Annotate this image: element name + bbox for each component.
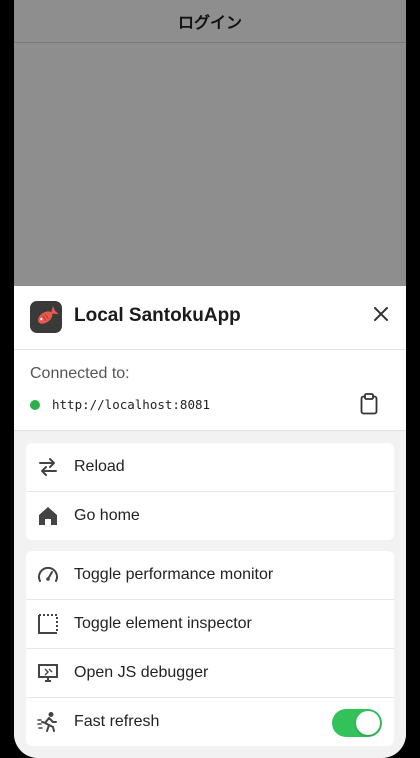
inspector-icon [36, 612, 60, 636]
connection-status-dot [30, 400, 40, 410]
navigation-group: Reload Go home [26, 443, 394, 540]
tools-group: Toggle performance monitor Toggle elemen… [26, 551, 394, 746]
go-home-label: Go home [74, 507, 140, 524]
element-inspector-item[interactable]: Toggle element inspector [26, 600, 394, 649]
app-name: Local SantokuApp [74, 305, 241, 326]
dev-menu-header: Local SantokuApp [14, 286, 406, 350]
js-debugger-label: Open JS debugger [74, 664, 209, 681]
reload-label: Reload [74, 458, 125, 475]
js-debugger-item[interactable]: Open JS debugger [26, 649, 394, 698]
home-icon [36, 504, 60, 528]
connection-info: Connected to: http://localhost:8081 [14, 350, 406, 431]
dev-menu-sheet: Local SantokuApp Connected to: http://lo… [14, 286, 406, 758]
reload-icon [36, 455, 60, 479]
close-button[interactable] [370, 303, 392, 325]
gauge-icon [36, 563, 60, 587]
close-icon [374, 307, 388, 321]
reload-item[interactable]: Reload [26, 443, 394, 492]
copy-url-button[interactable] [360, 393, 378, 415]
clipboard-icon [360, 393, 378, 415]
go-home-item[interactable]: Go home [26, 492, 394, 540]
toggle-knob [356, 711, 380, 735]
app-screen: ログイン Local SantokuApp Connected to: http… [14, 0, 406, 758]
performance-monitor-label: Toggle performance monitor [74, 566, 274, 583]
screen-title: ログイン [14, 0, 406, 43]
fast-refresh-toggle[interactable] [332, 709, 382, 737]
running-icon [36, 710, 60, 734]
performance-monitor-item[interactable]: Toggle performance monitor [26, 551, 394, 600]
connection-url: http://localhost:8081 [52, 397, 211, 412]
fish-icon [30, 301, 62, 333]
element-inspector-label: Toggle element inspector [74, 615, 252, 632]
fast-refresh-label: Fast refresh [74, 713, 160, 730]
fast-refresh-item[interactable]: Fast refresh [26, 698, 394, 746]
connection-label: Connected to: [30, 365, 130, 382]
debugger-icon [36, 661, 60, 685]
